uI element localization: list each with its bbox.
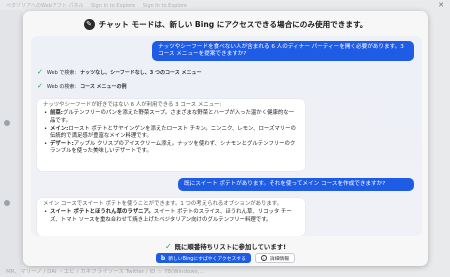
- background-dot-icon: [4, 120, 10, 126]
- search-prefix: Web の検索:: [46, 83, 77, 90]
- bot-message-intro: ナッツやシーフードが好きではない 6 人が利用できる 3 コース メニュー:: [43, 102, 222, 108]
- background-text: Sign In to Explore: [91, 3, 136, 9]
- chat-mode-modal: ✎ チャット モードは、新しい Bing にアクセスできる場合にのみ使用できます…: [23, 11, 428, 266]
- info-icon: i: [260, 255, 267, 261]
- waitlist-status-text: 既に順番待ちリストに参加しています!: [174, 243, 287, 251]
- chat-preview: ナッツやシーフードを食べない人が含まれる 6 人のディナー パーティーを開く必要…: [31, 36, 422, 236]
- waitlist-status: ✓ 既に順番待ちリストに参加しています!: [23, 242, 428, 251]
- user-message: 既にスイート ポテトがあります。それを使ってメイン コースを作成できますか?: [178, 178, 414, 191]
- background-footer: MR、マリーノ / DAI ・エビ / カキフライソース Twitter / I…: [6, 269, 205, 275]
- list-item: デザート:アップル クリスプのアイスクリーム添え。ナッツを使わず、シナモンとグル…: [43, 141, 299, 156]
- bing-logo-icon: b: [160, 254, 166, 262]
- background-sidebar: [0, 10, 22, 277]
- user-message: ナッツやシーフードを食べない人が含まれる 6 人のディナー パーティーを開く必要…: [152, 41, 414, 62]
- list-item-text: アップル クリスプのアイスクリーム添え。ナッツを使わず、シナモンとグルテンフリー…: [50, 141, 296, 155]
- list-item-text: グルテンフリーのパンを添えた野菜スープ。さまざまな野菜とハーブが入った温かく健康…: [50, 110, 295, 124]
- background-topbar: ペタゾリアへのWebアフト パネル Sign In to Explore Sig…: [0, 0, 450, 10]
- quick-access-button[interactable]: b 新しいBingにすばやくアクセスする: [155, 253, 251, 263]
- bot-message-intro: メイン コースでスイート ポテトを使うことができます。1 つの考えられるオプショ…: [43, 201, 283, 207]
- web-search-status: ✓ Web の検索: コース メニューの例: [37, 82, 127, 90]
- check-icon: ✓: [37, 82, 43, 90]
- list-item-text: ロースト ポテトとサヤインゲンを添えたロースト チキン。ニンニク、レモン、ローズ…: [50, 125, 296, 140]
- search-query: ナッツなし、シーフードなし、3 つのコース メニュー: [80, 69, 202, 76]
- close-icon[interactable]: ✕: [438, 1, 444, 9]
- list-item: 前菜:グルテンフリーのパンを添えた野菜スープ。さまざまな野菜とハーブが入った温か…: [43, 110, 299, 125]
- check-icon: ✓: [37, 68, 43, 76]
- modal-actions: b 新しいBingにすばやくアクセスする i 詳細情報: [23, 253, 428, 263]
- background-text: Sign In to Explore: [142, 3, 187, 9]
- list-item: スイート ポテトとほうれん草のラザニア。スイート ポテトのスライス、ほうれん草、…: [43, 209, 299, 224]
- modal-title: ✎ チャット モードは、新しい Bing にアクセスできる場合にのみ使用できます…: [23, 17, 428, 31]
- list-item: メイン:ロースト ポテトとサヤインゲンを添えたロースト チキン。ニンニク、レモン…: [43, 126, 299, 141]
- learn-more-label: 詳細情報: [269, 256, 290, 262]
- list-item-label: 前菜:: [50, 110, 63, 117]
- background-dot-icon: [4, 200, 10, 206]
- search-query: コース メニューの例: [80, 83, 127, 90]
- list-item-label: スイート ポテトとほうれん草のラザニア。: [50, 209, 154, 216]
- list-item-label: メイン:: [50, 125, 69, 132]
- bot-message: メイン コースでスイート ポテトを使うことができます。1 つの考えられるオプショ…: [37, 198, 305, 236]
- check-icon: ✓: [164, 242, 172, 251]
- background-text: ペタゾリアへのWebアフト パネル: [6, 3, 84, 9]
- search-prefix: Web で検索:: [46, 69, 77, 76]
- modal-title-text: チャット モードは、新しい Bing にアクセスできる場合にのみ使用できます。: [98, 19, 368, 29]
- quick-access-label: 新しいBingにすばやくアクセスする: [168, 256, 246, 262]
- bot-message: ナッツやシーフードが好きではない 6 人が利用できる 3 コース メニュー: 前…: [37, 99, 305, 171]
- list-item-label: デザート:: [50, 141, 74, 148]
- web-search-status: ✓ Web で検索: ナッツなし、シーフードなし、3 つのコース メニュー: [37, 68, 201, 76]
- learn-more-button[interactable]: i 詳細情報: [254, 253, 296, 263]
- chat-icon: ✎: [83, 18, 95, 30]
